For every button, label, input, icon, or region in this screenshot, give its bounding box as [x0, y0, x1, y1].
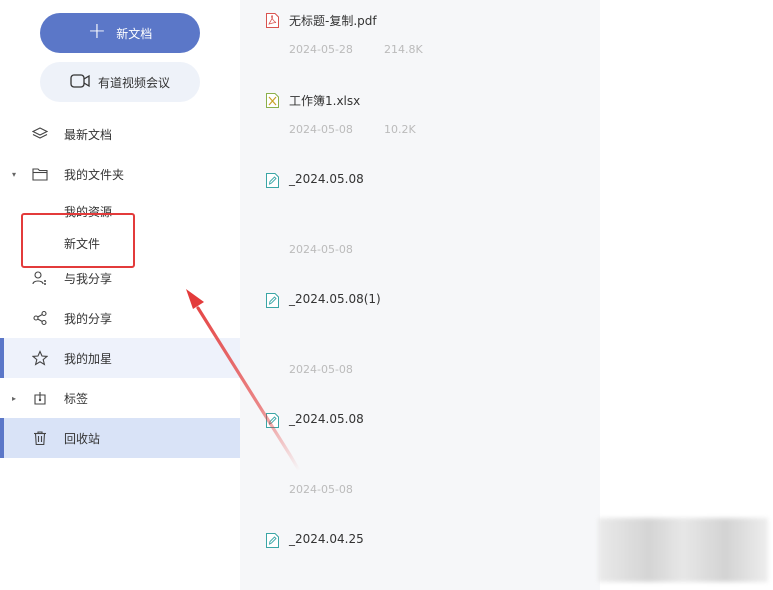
tag-icon	[32, 390, 48, 406]
sidebar-item-label: 我的文件夹	[64, 167, 125, 182]
file-name: 工作簿1.xlsx	[289, 94, 361, 108]
file-list: 无标题-复制.pdf 2024-05-28 214.8K 工作簿1.xlsx 2…	[240, 0, 600, 590]
star-icon	[32, 350, 48, 366]
file-date: 2024-05-08	[289, 123, 353, 136]
pdf-icon	[266, 13, 279, 28]
sidebar-item-label: 我的分享	[64, 311, 113, 326]
trash-icon	[32, 430, 48, 446]
video-meeting-button[interactable]: 有道视频会议	[40, 62, 200, 102]
video-camera-icon	[70, 73, 90, 92]
file-date: 2024-05-08	[289, 243, 353, 256]
annotation-highlight-box	[21, 213, 135, 268]
folder-icon	[32, 166, 48, 182]
caret-right-icon[interactable]: ▸	[12, 394, 16, 403]
file-item[interactable]: _2024.05.08 2024-05-08	[240, 160, 600, 280]
file-name: 无标题-复制.pdf	[289, 14, 377, 28]
file-date: 2024-05-08	[289, 483, 353, 496]
file-date: 2024-05-08	[289, 363, 353, 376]
note-icon	[266, 173, 279, 188]
file-item[interactable]: _2024.05.08 2024-05-08	[240, 400, 600, 520]
blurred-watermark	[598, 518, 768, 582]
file-name: _2024.05.08(1)	[289, 292, 381, 306]
sidebar-item-starred[interactable]: 我的加星	[0, 338, 240, 378]
file-date: 2024-05-28	[289, 43, 353, 56]
file-name: _2024.05.08	[289, 412, 364, 426]
sidebar-item-label: 我的加星	[64, 351, 113, 366]
sidebar-item-recycle-bin[interactable]: 回收站	[0, 418, 240, 458]
file-item[interactable]: _2024.05.08(1) 2024-05-08	[240, 280, 600, 400]
file-name: _2024.05.08	[289, 172, 364, 186]
sidebar-item-label: 与我分享	[64, 271, 113, 286]
file-size: 214.8K	[384, 43, 423, 56]
sidebar: + 新文档 有道视频会议 最新文档 ▾ 我的文件夹 我的资源 新文件 与我分享 …	[0, 0, 240, 590]
video-meeting-label: 有道视频会议	[97, 75, 170, 90]
new-document-button[interactable]: + 新文档	[40, 13, 200, 53]
layers-icon	[32, 126, 48, 142]
file-name: _2024.04.25	[289, 532, 364, 546]
note-icon	[266, 413, 279, 428]
file-size: 10.2K	[384, 123, 416, 136]
new-document-label: 新文档	[116, 26, 153, 41]
sidebar-item-my-shares[interactable]: 我的分享	[0, 298, 240, 338]
plus-icon: +	[87, 19, 107, 44]
sidebar-item-recent[interactable]: 最新文档	[0, 114, 240, 154]
caret-down-icon[interactable]: ▾	[12, 170, 16, 179]
sidebar-item-label: 最新文档	[64, 127, 113, 142]
xlsx-icon	[266, 93, 279, 108]
file-item[interactable]: _2024.04.25	[240, 520, 600, 590]
sidebar-item-label: 回收站	[64, 431, 101, 446]
note-icon	[266, 293, 279, 308]
sidebar-item-tags[interactable]: ▸ 标签	[0, 378, 240, 418]
share-icon	[32, 310, 48, 326]
note-icon	[266, 533, 279, 548]
sidebar-item-my-folders[interactable]: ▾ 我的文件夹	[0, 154, 240, 194]
sidebar-item-label: 标签	[64, 391, 89, 406]
user-share-icon	[32, 270, 48, 286]
